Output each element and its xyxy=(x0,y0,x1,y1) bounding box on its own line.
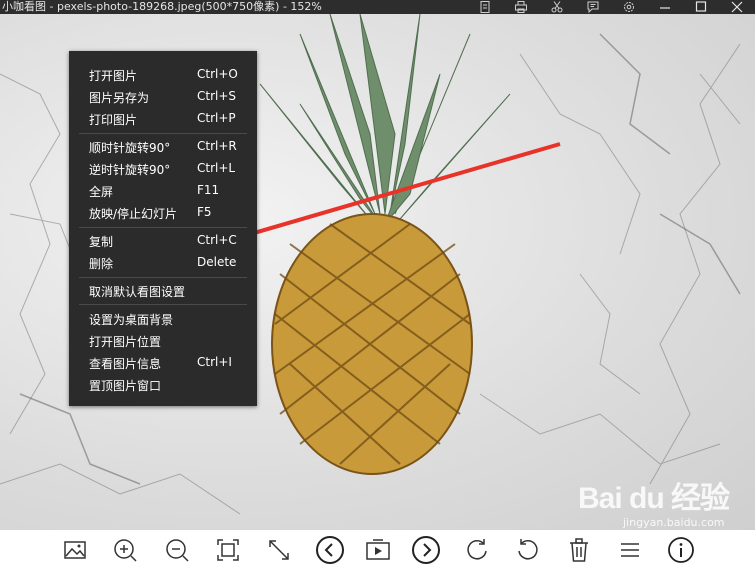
info-icon[interactable] xyxy=(666,535,696,565)
zoom-out-icon[interactable] xyxy=(162,535,192,565)
maximize-icon[interactable] xyxy=(683,0,719,14)
title-bar: 小咖看图 - pexels-photo-189268.jpeg(500*750像… xyxy=(0,0,755,14)
feedback-icon[interactable] xyxy=(575,0,611,14)
menu-item-save-as[interactable]: 图片另存为 Ctrl+S xyxy=(69,85,257,107)
slideshow-icon[interactable] xyxy=(363,535,393,565)
menu-item-shortcut: Ctrl+L xyxy=(197,161,236,175)
menu-item-rotate-clockwise[interactable]: 顺时针旋转90° Ctrl+R xyxy=(69,135,257,157)
menu-item-set-wallpaper[interactable]: 设置为桌面背景 xyxy=(69,307,257,329)
close-icon[interactable] xyxy=(719,0,755,14)
menu-item-label: 图片另存为 xyxy=(89,91,150,105)
menu-item-shortcut: Ctrl+C xyxy=(197,233,237,247)
rotate-clockwise-icon[interactable] xyxy=(462,535,492,565)
bottom-toolbar xyxy=(0,530,755,567)
zoom-in-icon[interactable] xyxy=(110,535,140,565)
minimize-icon[interactable] xyxy=(647,0,683,14)
watermark-url: jingyan.baidu.com xyxy=(623,516,725,529)
menu-item-fullscreen[interactable]: 全屏 F11 xyxy=(69,179,257,201)
menu-item-label: 全屏 xyxy=(89,185,114,199)
menu-separator xyxy=(79,133,247,134)
menu-item-label: 设置为桌面背景 xyxy=(89,313,174,327)
menu-item-label: 删除 xyxy=(89,257,114,271)
actual-size-icon[interactable] xyxy=(264,535,294,565)
menu-item-shortcut: F5 xyxy=(197,205,212,219)
print-icon[interactable] xyxy=(503,0,539,14)
menu-separator xyxy=(79,227,247,228)
menu-item-delete[interactable]: 删除 Delete xyxy=(69,251,257,273)
rotate-counterclockwise-icon[interactable] xyxy=(513,535,543,565)
menu-item-shortcut: Ctrl+R xyxy=(197,139,237,153)
menu-item-open-location[interactable]: 打开图片位置 xyxy=(69,329,257,351)
menu-item-shortcut: F11 xyxy=(197,183,220,197)
menu-item-label: 复制 xyxy=(89,235,114,249)
menu-item-label: 置顶图片窗口 xyxy=(89,379,162,393)
previous-icon[interactable] xyxy=(315,535,345,565)
menu-item-copy[interactable]: 复制 Ctrl+C xyxy=(69,229,257,251)
document-icon[interactable] xyxy=(467,0,503,14)
menu-item-label: 顺时针旋转90° xyxy=(89,141,171,155)
menu-item-cancel-default-viewer[interactable]: 取消默认看图设置 xyxy=(69,279,257,301)
menu-item-image-info[interactable]: 查看图片信息 Ctrl+I xyxy=(69,351,257,373)
menu-item-shortcut: Delete xyxy=(197,255,237,269)
menu-item-pin-window[interactable]: 置顶图片窗口 xyxy=(69,373,257,395)
menu-item-label: 打开图片 xyxy=(89,69,138,83)
menu-item-shortcut: Ctrl+S xyxy=(197,89,237,103)
menu-item-rotate-counterclockwise[interactable]: 逆时针旋转90° Ctrl+L xyxy=(69,157,257,179)
watermark-logo: Bai du 经验 xyxy=(578,482,730,515)
menu-item-label: 打印图片 xyxy=(89,113,138,127)
fit-screen-icon[interactable] xyxy=(213,535,243,565)
title-bar-controls xyxy=(467,0,755,14)
menu-item-shortcut: Ctrl+I xyxy=(197,355,232,369)
menu-item-label: 打开图片位置 xyxy=(89,335,162,349)
menu-item-label: 查看图片信息 xyxy=(89,357,162,371)
context-menu: 打开图片 Ctrl+O 图片另存为 Ctrl+S 打印图片 Ctrl+P 顺时针… xyxy=(69,51,257,406)
delete-icon[interactable] xyxy=(564,535,594,565)
scissors-icon[interactable] xyxy=(539,0,575,14)
menu-item-open-image[interactable]: 打开图片 Ctrl+O xyxy=(69,63,257,85)
settings-icon[interactable] xyxy=(611,0,647,14)
menu-item-label: 逆时针旋转90° xyxy=(89,163,171,177)
menu-item-slideshow[interactable]: 放映/停止幻灯片 F5 xyxy=(69,201,257,223)
menu-item-print[interactable]: 打印图片 Ctrl+P xyxy=(69,107,257,129)
menu-separator xyxy=(79,277,247,278)
menu-item-shortcut: Ctrl+O xyxy=(197,67,238,81)
window-title: 小咖看图 - pexels-photo-189268.jpeg(500*750像… xyxy=(2,0,322,13)
menu-item-label: 取消默认看图设置 xyxy=(89,285,186,299)
menu-separator xyxy=(79,304,247,305)
image-icon[interactable] xyxy=(60,535,90,565)
baidu-jingyan-watermark: Bai du 经验 jingyan.baidu.com xyxy=(578,482,730,530)
menu-icon[interactable] xyxy=(615,535,645,565)
menu-item-label: 放映/停止幻灯片 xyxy=(89,207,178,221)
menu-item-shortcut: Ctrl+P xyxy=(197,111,236,125)
next-icon[interactable] xyxy=(411,535,441,565)
